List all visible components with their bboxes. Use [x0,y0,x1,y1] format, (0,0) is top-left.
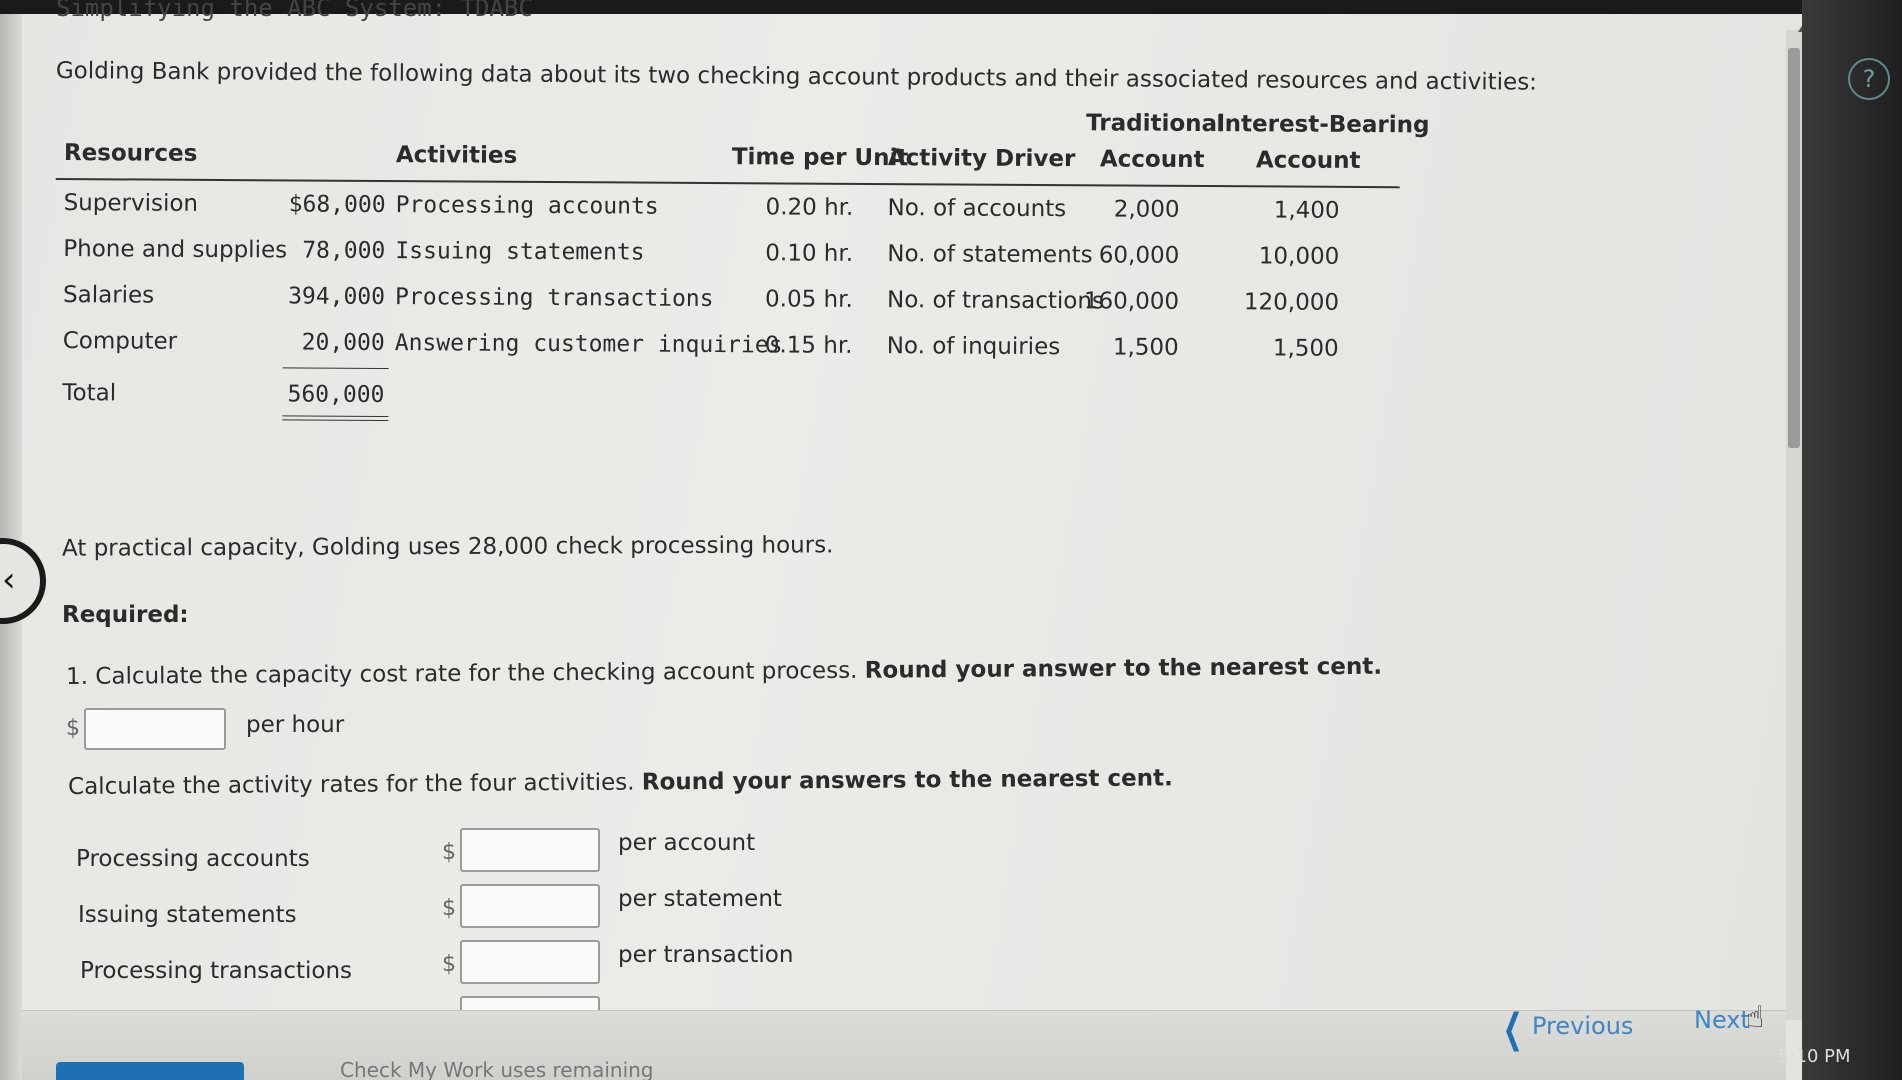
activity-label: Processing accounts [76,846,310,872]
intro-text: Golding Bank provided the following data… [55,58,1538,96]
clock: 5:10 PM [1778,1046,1851,1067]
check-my-work-button[interactable] [56,1062,244,1080]
page-title: Simplifying the ABC System: TDABC [56,0,533,22]
question-2: Calculate the activity rates for the fou… [68,765,1173,800]
row-activity: Processing transactions [394,284,714,313]
next-link[interactable]: Next [1694,1006,1750,1034]
activity-label: Processing transactions [80,958,353,984]
scrollbar-thumb[interactable] [1788,48,1800,448]
header-traditional-account: Account [1099,146,1205,174]
capacity-rate-input[interactable] [84,708,226,750]
row-interest: 120,000 [1243,289,1340,316]
resource-table: Resources Activities Time per Unit Activ… [54,110,1696,530]
hand-cursor-icon: ☝ [1746,1000,1765,1035]
right-bezel [1802,0,1902,1080]
row-resource: Supervision [63,190,199,217]
previous-link[interactable]: Previous [1532,1012,1633,1040]
dollar-sign: $ [442,952,456,977]
double-rule-1 [282,415,389,418]
previous-chevron-icon[interactable]: ❮ [1503,1006,1523,1052]
question-1-text: 1. Calculate the capacity cost rate for … [66,657,858,690]
header-interest-account: Account [1255,147,1361,174]
header-traditional: Traditional [1086,110,1226,138]
row-traditional: 60,000 [1098,242,1180,269]
row-interest: 1,500 [1272,335,1339,362]
row-amount: 78,000 [302,237,386,265]
header-activities: Activities [395,142,518,169]
back-chevron-icon[interactable]: ‹ [2,560,16,600]
row-amount: $68,000 [288,191,386,219]
row-time: 0.10 hr. [765,240,854,267]
capacity-note: At practical capacity, Golding uses 28,0… [61,532,834,562]
header-time-per-unit: Time per Unit [731,144,909,172]
double-rule-2 [282,419,389,422]
header-activity-driver: Activity Driver [887,145,1076,173]
question-2-instruction: Round your answers to the nearest cent. [641,765,1173,796]
per-transaction-label: per transaction [618,942,794,968]
uses-remaining-text: Check My Work uses remaining [340,1058,654,1080]
row-time: 0.20 hr. [765,194,854,221]
screen: Simplifying the ABC System: TDABC Goldin… [0,0,1902,1080]
question-1-instruction: Round your answer to the nearest cent. [864,653,1383,684]
row-traditional: 160,000 [1083,288,1180,315]
row-time: 0.05 hr. [764,286,853,313]
help-icon[interactable]: ? [1848,58,1890,100]
total-rule [282,367,389,370]
total-amount: 560,000 [287,381,385,409]
dollar-sign: $ [442,840,456,865]
required-heading: Required: [62,602,189,628]
issuing-statements-rate-input[interactable] [460,884,600,928]
row-traditional: 2,000 [1113,196,1180,223]
row-amount: 20,000 [301,329,385,357]
row-amount: 394,000 [288,283,386,311]
per-hour-label: per hour [246,712,345,738]
per-account-label: per account [618,830,756,856]
processing-accounts-rate-input[interactable] [460,828,600,872]
row-resource: Computer [62,328,178,355]
question-1: 1. Calculate the capacity cost rate for … [66,654,1382,690]
header-rule [55,177,1400,189]
row-time: 0.15 hr. [764,332,853,359]
processing-transactions-rate-input[interactable] [460,940,600,984]
activity-label: Issuing statements [78,902,297,928]
row-activity: Answering customer inquiries [394,330,783,359]
row-driver: No. of accounts [887,195,1067,223]
row-traditional: 1,500 [1112,334,1179,361]
dollar-sign: $ [442,896,456,921]
dollar-sign: $ [66,716,80,741]
row-driver: No. of inquiries [886,333,1061,361]
header-resources: Resources [63,140,198,167]
row-activity: Issuing statements [395,238,645,266]
header-interest-bearing: Interest-Bearing [1216,111,1430,139]
row-resource: Salaries [62,282,155,309]
row-interest: 10,000 [1258,243,1340,270]
row-interest: 1,400 [1273,197,1340,224]
per-statement-label: per statement [618,886,782,912]
row-activity: Processing accounts [395,192,659,220]
total-label: Total [62,380,117,407]
question-2-text: Calculate the activity rates for the fou… [68,769,635,800]
